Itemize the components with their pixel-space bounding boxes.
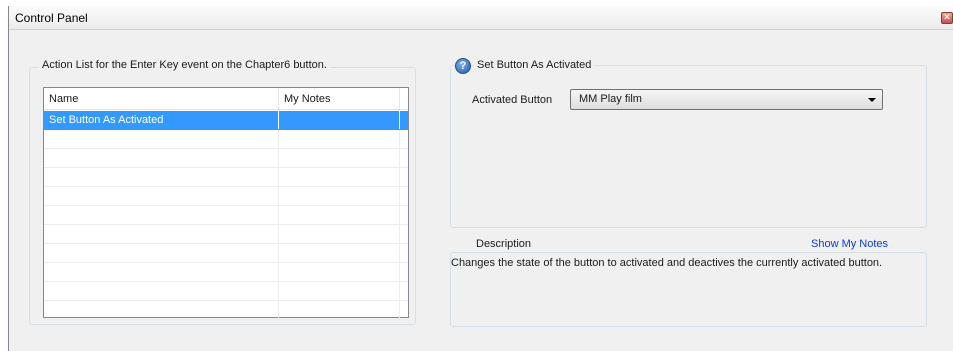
activated-button-value: MM Play film bbox=[579, 93, 642, 105]
list-item-name bbox=[44, 168, 279, 186]
list-item[interactable] bbox=[44, 187, 408, 206]
list-item-name: Set Button As Activated bbox=[44, 111, 279, 129]
list-item-notes bbox=[279, 301, 400, 319]
list-item[interactable] bbox=[44, 149, 408, 168]
list-item-name bbox=[44, 301, 279, 319]
column-header-name[interactable]: Name bbox=[44, 88, 279, 110]
description-text: Changes the state of the button to activ… bbox=[451, 257, 883, 269]
list-item-notes bbox=[279, 244, 400, 262]
window-title: Control Panel bbox=[15, 11, 88, 25]
list-item-name bbox=[44, 244, 279, 262]
list-item-notes bbox=[279, 263, 400, 281]
list-item-notes bbox=[279, 187, 400, 205]
list-item-name bbox=[44, 282, 279, 300]
list-item-name bbox=[44, 263, 279, 281]
chevron-down-icon[interactable] bbox=[868, 98, 876, 102]
list-item-name bbox=[44, 225, 279, 243]
list-item-notes bbox=[279, 130, 400, 148]
list-item[interactable] bbox=[44, 282, 408, 301]
title-bar: Control Panel ✕ bbox=[9, 6, 953, 30]
list-item-name bbox=[44, 149, 279, 167]
list-item-name bbox=[44, 130, 279, 148]
list-item[interactable] bbox=[44, 130, 408, 149]
list-item[interactable] bbox=[44, 206, 408, 225]
list-item-notes bbox=[279, 168, 400, 186]
list-item-notes bbox=[279, 111, 400, 129]
list-item[interactable] bbox=[44, 301, 408, 320]
action-properties-title: Set Button As Activated bbox=[474, 59, 595, 71]
list-item[interactable] bbox=[44, 263, 408, 282]
list-item-name bbox=[44, 187, 279, 205]
list-item-notes bbox=[279, 206, 400, 224]
show-my-notes-link[interactable]: Show My Notes bbox=[808, 238, 892, 250]
close-icon[interactable]: ✕ bbox=[941, 12, 953, 24]
list-item[interactable] bbox=[44, 225, 408, 244]
list-item[interactable] bbox=[44, 168, 408, 187]
activated-button-dropdown[interactable]: MM Play film bbox=[570, 89, 883, 110]
list-item[interactable] bbox=[44, 244, 408, 263]
list-item-notes bbox=[279, 149, 400, 167]
column-header-my-notes[interactable]: My Notes bbox=[279, 88, 400, 110]
list-rows: Set Button As Activated bbox=[44, 111, 408, 320]
help-icon[interactable]: ? bbox=[455, 58, 471, 74]
list-item-notes bbox=[279, 282, 400, 300]
list-header: Name My Notes bbox=[44, 88, 408, 110]
list-item[interactable]: Set Button As Activated bbox=[44, 111, 408, 130]
action-list-view[interactable]: Name My Notes Set Button As Activated bbox=[43, 87, 409, 320]
description-label: Description bbox=[473, 238, 535, 250]
action-list-legend: Action List for the Enter Key event on t… bbox=[39, 59, 330, 71]
list-item-notes bbox=[279, 225, 400, 243]
list-item-name bbox=[44, 206, 279, 224]
activated-button-label: Activated Button bbox=[472, 94, 553, 106]
